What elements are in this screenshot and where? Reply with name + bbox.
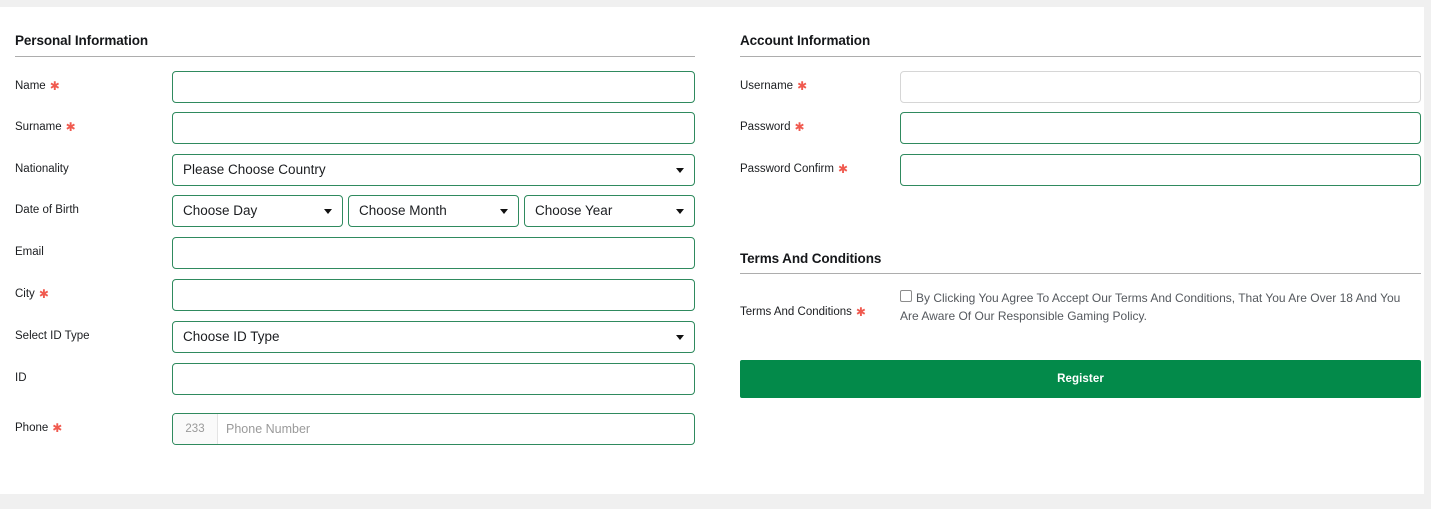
label-surname: Surname ✱ — [15, 120, 76, 134]
nationality-select-value: Please Choose Country — [183, 162, 326, 177]
chevron-down-icon — [676, 335, 684, 340]
field-dob-day: Choose Day — [172, 195, 343, 227]
registration-page: Personal Information Name ✱ Surname ✱ Na… — [0, 7, 1424, 494]
required-asterisk-icon: ✱ — [855, 305, 866, 319]
id-type-select[interactable]: Choose ID Type — [172, 321, 695, 353]
field-phone: 233 — [172, 413, 695, 445]
required-asterisk-icon: ✱ — [65, 120, 76, 134]
label-surname-text: Surname — [15, 121, 62, 133]
register-button-wrap: Register — [740, 360, 1421, 398]
row-phone: Phone ✱ 233 — [15, 413, 695, 449]
terms-description: By Clicking You Agree To Accept Our Term… — [900, 291, 1401, 323]
field-city — [172, 279, 695, 311]
required-asterisk-icon: ✱ — [52, 421, 63, 435]
label-city-text: City — [15, 288, 35, 300]
required-asterisk-icon: ✱ — [49, 79, 60, 93]
label-phone: Phone ✱ — [15, 421, 62, 435]
row-id: ID — [15, 363, 695, 399]
label-password-confirm-text: Password Confirm — [740, 163, 834, 175]
label-terms-and-conditions: Terms And Conditions ✱ — [740, 305, 866, 319]
password-confirm-input[interactable] — [900, 154, 1421, 186]
label-id: ID — [15, 372, 27, 384]
dob-day-value: Choose Day — [183, 203, 258, 218]
field-id — [172, 363, 695, 395]
terms-acceptance-block: By Clicking You Agree To Accept Our Term… — [900, 289, 1420, 325]
field-dob-month: Choose Month — [348, 195, 519, 227]
label-name-text: Name — [15, 80, 46, 92]
terms-and-conditions-divider — [740, 273, 1421, 274]
label-name: Name ✱ — [15, 79, 60, 93]
field-surname — [172, 112, 695, 144]
field-password-confirm — [900, 154, 1421, 186]
label-select-id-type: Select ID Type — [15, 330, 90, 342]
name-input[interactable] — [172, 71, 695, 103]
required-asterisk-icon: ✱ — [794, 120, 805, 134]
chevron-down-icon — [676, 209, 684, 214]
row-password: Password ✱ — [740, 112, 1421, 148]
account-information-divider — [740, 56, 1421, 57]
label-city: City ✱ — [15, 287, 49, 301]
terms-checkbox[interactable] — [900, 290, 912, 302]
field-email — [172, 237, 695, 269]
required-asterisk-icon: ✱ — [38, 287, 49, 301]
password-input[interactable] — [900, 112, 1421, 144]
account-information-heading: Account Information — [740, 33, 871, 48]
chevron-down-icon — [676, 168, 684, 173]
field-dob-year: Choose Year — [524, 195, 695, 227]
label-password-confirm: Password Confirm ✱ — [740, 162, 848, 176]
label-email: Email — [15, 246, 44, 258]
label-terms-text: Terms And Conditions — [740, 306, 852, 318]
dob-month-select[interactable]: Choose Month — [348, 195, 519, 227]
dob-year-value: Choose Year — [535, 203, 613, 218]
row-password-confirm: Password Confirm ✱ — [740, 154, 1421, 190]
register-button[interactable]: Register — [740, 360, 1421, 398]
row-select-id-type: Select ID Type Choose ID Type — [15, 321, 695, 357]
dob-year-select[interactable]: Choose Year — [524, 195, 695, 227]
label-nationality: Nationality — [15, 163, 69, 175]
chevron-down-icon — [500, 209, 508, 214]
id-input[interactable] — [172, 363, 695, 395]
nationality-select[interactable]: Please Choose Country — [172, 154, 695, 186]
row-date-of-birth: Date of Birth Choose Day Choose Month Ch… — [15, 195, 695, 231]
field-nationality: Please Choose Country — [172, 154, 695, 186]
field-id-type: Choose ID Type — [172, 321, 695, 353]
row-nationality: Nationality Please Choose Country — [15, 154, 695, 190]
surname-input[interactable] — [172, 112, 695, 144]
row-name: Name ✱ — [15, 71, 695, 107]
field-password — [900, 112, 1421, 144]
label-password: Password ✱ — [740, 120, 805, 134]
label-username-text: Username — [740, 80, 794, 92]
row-city: City ✱ — [15, 279, 695, 315]
field-username — [900, 71, 1421, 103]
label-date-of-birth: Date of Birth — [15, 204, 79, 216]
email-input[interactable] — [172, 237, 695, 269]
label-phone-text: Phone — [15, 422, 49, 434]
phone-number-input[interactable] — [218, 414, 694, 444]
label-password-text: Password — [740, 121, 791, 133]
form-columns: Personal Information Name ✱ Surname ✱ Na… — [0, 7, 1424, 494]
phone-country-prefix: 233 — [173, 414, 218, 444]
id-type-select-value: Choose ID Type — [183, 329, 280, 344]
personal-information-heading: Personal Information — [15, 33, 149, 48]
phone-input-group: 233 — [172, 413, 695, 445]
username-input[interactable] — [900, 71, 1421, 103]
city-input[interactable] — [172, 279, 695, 311]
required-asterisk-icon: ✱ — [837, 162, 849, 176]
dob-day-select[interactable]: Choose Day — [172, 195, 343, 227]
terms-and-conditions-heading: Terms And Conditions — [740, 251, 882, 266]
chevron-down-icon — [324, 209, 332, 214]
personal-information-divider — [15, 56, 695, 57]
row-username: Username ✱ — [740, 71, 1421, 107]
field-name — [172, 71, 695, 103]
label-username: Username ✱ — [740, 79, 807, 93]
required-asterisk-icon: ✱ — [797, 79, 808, 93]
row-surname: Surname ✱ — [15, 112, 695, 148]
row-terms-and-conditions: Terms And Conditions ✱ By Clicking You Ag… — [740, 289, 1421, 333]
row-email: Email — [15, 237, 695, 273]
dob-month-value: Choose Month — [359, 203, 447, 218]
